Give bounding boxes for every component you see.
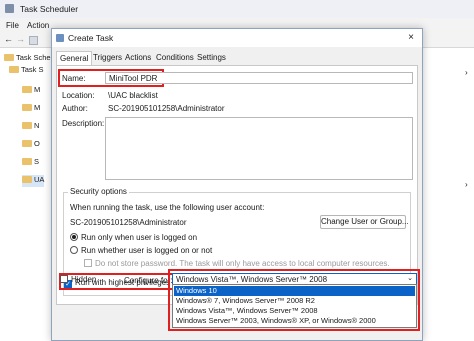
radio-whether-label: Run whether user is logged on or not [81,246,213,255]
author-value: SC-201905101258\Administrator [108,104,225,113]
security-options-title: Security options [68,187,129,196]
author-label: Author: [62,104,88,113]
toolbar-folder-icon[interactable] [29,36,38,45]
name-input[interactable]: MiniTool PDR [105,72,413,84]
no-store-password-label: Do not store password. The task will onl… [95,259,390,268]
close-icon[interactable]: × [402,30,420,46]
hidden-label: Hidden [71,275,97,284]
chevron-down-icon[interactable]: ⌄ [407,274,413,282]
tree-item-uac[interactable]: UA [22,175,45,187]
tree-item-o[interactable]: O [22,139,40,151]
radio-logged-on[interactable]: Run only when user is logged on [70,233,197,242]
configure-select-value: Windows Vista™, Windows Server™ 2008 [176,275,328,284]
tab-general[interactable]: General [56,51,93,66]
tree-item-s[interactable]: S [22,157,39,169]
folder-icon [22,122,32,129]
folder-icon [22,140,32,147]
tab-settings[interactable]: Settings [194,51,229,65]
tree-item-m1[interactable]: M [22,85,40,97]
radio-logged-on-label: Run only when user is logged on [81,233,198,242]
menu-action[interactable]: Action [27,21,49,30]
folder-icon [22,176,32,183]
tree-item-n[interactable]: N [22,121,39,133]
tab-conditions[interactable]: Conditions [153,51,197,65]
menu-file[interactable]: File [6,21,19,30]
hidden-checkbox[interactable]: Hidden [60,275,96,284]
change-user-button[interactable]: Change User or Group... [320,215,409,229]
tab-triggers[interactable]: Triggers [90,51,125,65]
no-store-password-checkbox[interactable]: Do not store password. The task will onl… [84,259,390,268]
configure-option-windows-2003[interactable]: Windows Server™ 2003, Windows® XP, or Wi… [174,316,415,326]
task-scheduler-title: Task Scheduler [20,4,79,14]
account-value: SC-201905101258\Administrator [70,218,187,227]
chevron-right-icon[interactable]: › [465,68,468,77]
task-scheduler-titlebar: Task Scheduler [0,0,474,18]
radio-selected-icon [70,233,78,241]
forward-arrow-icon[interactable]: → [16,34,25,44]
tree-item-m2[interactable]: M [22,103,40,115]
configure-option-windows-vista[interactable]: Windows Vista™, Windows Server™ 2008 [174,306,415,316]
tree-item-root[interactable]: Task Sche [4,53,51,65]
radio-whether-logged-on[interactable]: Run whether user is logged on or not [70,246,212,255]
tree-item-library[interactable]: Task S [9,65,44,77]
configure-label: Configure for: [124,276,173,285]
name-label: Name: [62,74,86,83]
account-prompt: When running the task, use the following… [70,203,265,212]
folder-icon [22,158,32,165]
location-value: \UAC blacklist [108,91,158,100]
task-scheduler-app-icon [5,4,14,13]
dialog-titlebar: Create Task × [52,29,422,47]
dialog-title: Create Task [68,33,114,43]
folder-icon [22,104,32,111]
folder-icon [9,66,19,73]
folder-tree: Task Sche Task S M M N O S UA [0,48,55,341]
task-icon [56,34,64,42]
checkbox-empty-icon [84,259,92,267]
actions-pane: › › [420,48,474,341]
configure-option-windows-10[interactable]: Windows 10 [174,286,415,296]
back-arrow-icon[interactable]: ← [4,34,13,44]
description-label: Description: [62,119,105,128]
configure-dropdown-list: Windows 10 Windows® 7, Windows Server™ 2… [172,284,417,328]
chevron-right-icon[interactable]: › [465,180,468,189]
folder-icon [22,86,32,93]
folder-icon [4,54,14,61]
checkbox-empty-icon [60,275,68,283]
configure-option-windows-7[interactable]: Windows® 7, Windows Server™ 2008 R2 [174,296,415,306]
create-task-dialog: Create Task × General Triggers Actions C… [51,28,423,341]
description-input[interactable] [105,117,413,180]
location-label: Location: [62,91,95,100]
tab-actions[interactable]: Actions [122,51,154,65]
radio-empty-icon [70,246,78,254]
